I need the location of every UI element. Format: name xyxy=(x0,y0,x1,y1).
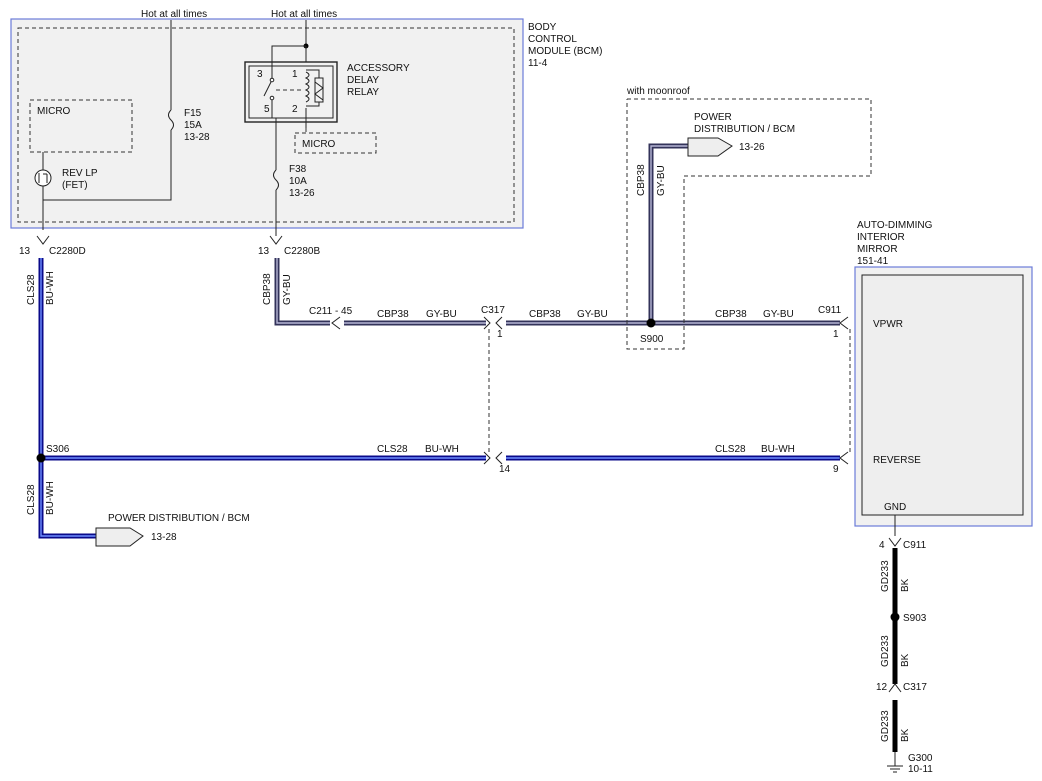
wire-gd233-label-c: GD233 xyxy=(880,710,891,742)
wire-buwh-label-low: BU-WH xyxy=(45,481,56,515)
wire-gybu-label-b: GY-BU xyxy=(577,309,608,320)
wire-gybu-label-c: GY-BU xyxy=(763,309,794,320)
wire-gybu-label-moon: GY-BU xyxy=(656,165,667,196)
ground-g300-icon xyxy=(887,765,903,773)
c317-top-pin: 1 xyxy=(497,329,503,340)
bcm-title-2: CONTROL xyxy=(528,34,577,45)
wire-buwh-mid-a: BU-WH xyxy=(425,444,459,455)
wire-cls28-mid-b: CLS28 xyxy=(715,444,746,455)
wire-bk-label-b: BK xyxy=(900,653,911,667)
power-dist-moon-ref: 13-26 xyxy=(739,142,765,153)
wire-cbp38-label-moon: CBP38 xyxy=(636,164,647,196)
c911-gnd-label: C911 xyxy=(903,540,927,551)
power-dist-moon-label-1: POWER xyxy=(694,112,732,123)
micro-left-label: MICRO xyxy=(37,106,71,117)
relay-label-1: ACCESSORY xyxy=(347,63,410,74)
wire-cbp38-label-v: CBP38 xyxy=(262,273,273,305)
relay-pin-5: 5 xyxy=(264,104,270,115)
wiring-diagram: BODY CONTROL MODULE (BCM) 11-4 MICRO REV… xyxy=(10,9,1033,775)
relay-pin-3: 3 xyxy=(257,69,263,80)
c2280d-connector-icon xyxy=(36,235,50,245)
c2280d-pin: 13 xyxy=(19,246,31,257)
ground-g300-label: G300 xyxy=(908,753,933,764)
wire-cls28-label-top: CLS28 xyxy=(26,274,37,305)
fuse-f15-name: F15 xyxy=(184,108,202,119)
bcm-title-1: BODY xyxy=(528,22,557,33)
c911-top-pin: 1 xyxy=(833,329,839,340)
c317-low-pin: 14 xyxy=(499,464,511,475)
mirror-vpwr-label: VPWR xyxy=(873,319,903,330)
splice-s306-label: S306 xyxy=(46,444,70,455)
wire-gd233-label-b: GD233 xyxy=(880,635,891,667)
mirror-gnd-label: GND xyxy=(884,502,906,513)
wire-gybu-label-v: GY-BU xyxy=(282,274,293,305)
mirror-title-ref: 151-41 xyxy=(857,256,889,267)
c2280b-label: C2280B xyxy=(284,246,320,257)
mirror-reverse-label: REVERSE xyxy=(873,455,921,466)
bcm-module: BODY CONTROL MODULE (BCM) 11-4 MICRO REV… xyxy=(10,9,602,236)
c211-connector-icon xyxy=(331,316,341,330)
mirror-title-1: AUTO-DIMMING xyxy=(857,220,933,231)
wire-cbp38-label-a: CBP38 xyxy=(377,309,409,320)
splice-s306-icon xyxy=(36,453,46,463)
fuse-f15-ref: 13-28 xyxy=(184,132,210,143)
c911-top-label: C911 xyxy=(818,305,842,316)
wire-bk-label-a: BK xyxy=(900,578,911,592)
fuse-f38-ref: 13-26 xyxy=(289,188,315,199)
c911-gnd-connector-icon xyxy=(888,537,902,547)
c317-gnd-pin: 12 xyxy=(876,682,888,693)
relay-label-2: DELAY xyxy=(347,75,379,86)
power-dist-moon-icon xyxy=(687,137,733,157)
relay-pin-1: 1 xyxy=(292,69,298,80)
c317-gnd-label: C317 xyxy=(903,682,927,693)
power-dist-moon-label-2: DISTRIBUTION / BCM xyxy=(694,124,795,135)
fuse-f15-rating: 15A xyxy=(184,120,202,131)
c2280d-label: C2280D xyxy=(49,246,86,257)
rev-lp-fet-label: (FET) xyxy=(62,180,88,191)
fuse-f38-name: F38 xyxy=(289,164,307,175)
c211-label: C211 - 45 xyxy=(309,306,353,317)
rev-lp-fet-icon xyxy=(34,169,52,187)
wire-cbp38-label-b: CBP38 xyxy=(529,309,561,320)
bcm-outline xyxy=(10,18,524,229)
splice-s900-label: S900 xyxy=(640,334,664,345)
moonroof-label: with moonroof xyxy=(626,86,690,97)
relay-label-3: RELAY xyxy=(347,87,379,98)
bcm-title-ref: 11-4 xyxy=(528,58,548,69)
power-dist-bottom-ref: 13-28 xyxy=(151,532,177,543)
c911-low-pin: 9 xyxy=(833,464,839,475)
c317-top-label: C317 xyxy=(481,305,505,316)
c2280b-connector-icon xyxy=(269,235,283,245)
relay-pin-2: 2 xyxy=(292,104,298,115)
bcm-title-3: MODULE (BCM) xyxy=(528,46,602,57)
wire-cls28-label-low: CLS28 xyxy=(26,484,37,515)
mirror-title-3: MIRROR xyxy=(857,244,898,255)
mirror-title-2: INTERIOR xyxy=(857,232,905,243)
wire-cbp38-label-c: CBP38 xyxy=(715,309,747,320)
splice-s900-icon xyxy=(646,318,656,328)
fuse-f38-rating: 10A xyxy=(289,176,307,187)
wire-gybu-label-a: GY-BU xyxy=(426,309,457,320)
ground-g300-ref: 10-11 xyxy=(908,764,933,775)
wire-buwh-label-top: BU-WH xyxy=(45,271,56,305)
micro-right-label: MICRO xyxy=(302,139,336,150)
c911-gnd-pin: 4 xyxy=(879,540,885,551)
power-dist-bottom-icon xyxy=(95,527,144,547)
wire-bk-label-c: BK xyxy=(900,728,911,742)
c911-low-connector-icon xyxy=(839,451,849,465)
wire-cls28-mid-a: CLS28 xyxy=(377,444,408,455)
power-dist-bottom-label: POWER DISTRIBUTION / BCM xyxy=(108,513,250,524)
c2280b-pin: 13 xyxy=(258,246,270,257)
splice-s903-label: S903 xyxy=(903,613,927,624)
mirror-module: AUTO-DIMMING INTERIOR MIRROR 151-41 VPWR… xyxy=(854,220,1033,527)
splice-s903-icon xyxy=(890,612,900,622)
hot-left-label: Hot at all times xyxy=(141,9,207,20)
hot-right-label: Hot at all times xyxy=(271,9,337,20)
mirror-inner xyxy=(861,274,1024,516)
rev-lp-label: REV LP xyxy=(62,168,98,179)
c911-top-connector-icon xyxy=(839,316,849,330)
wire-gd233-label-a: GD233 xyxy=(880,560,891,592)
wire-buwh-mid-b: BU-WH xyxy=(761,444,795,455)
c317-gnd-connector-icon xyxy=(888,683,902,693)
